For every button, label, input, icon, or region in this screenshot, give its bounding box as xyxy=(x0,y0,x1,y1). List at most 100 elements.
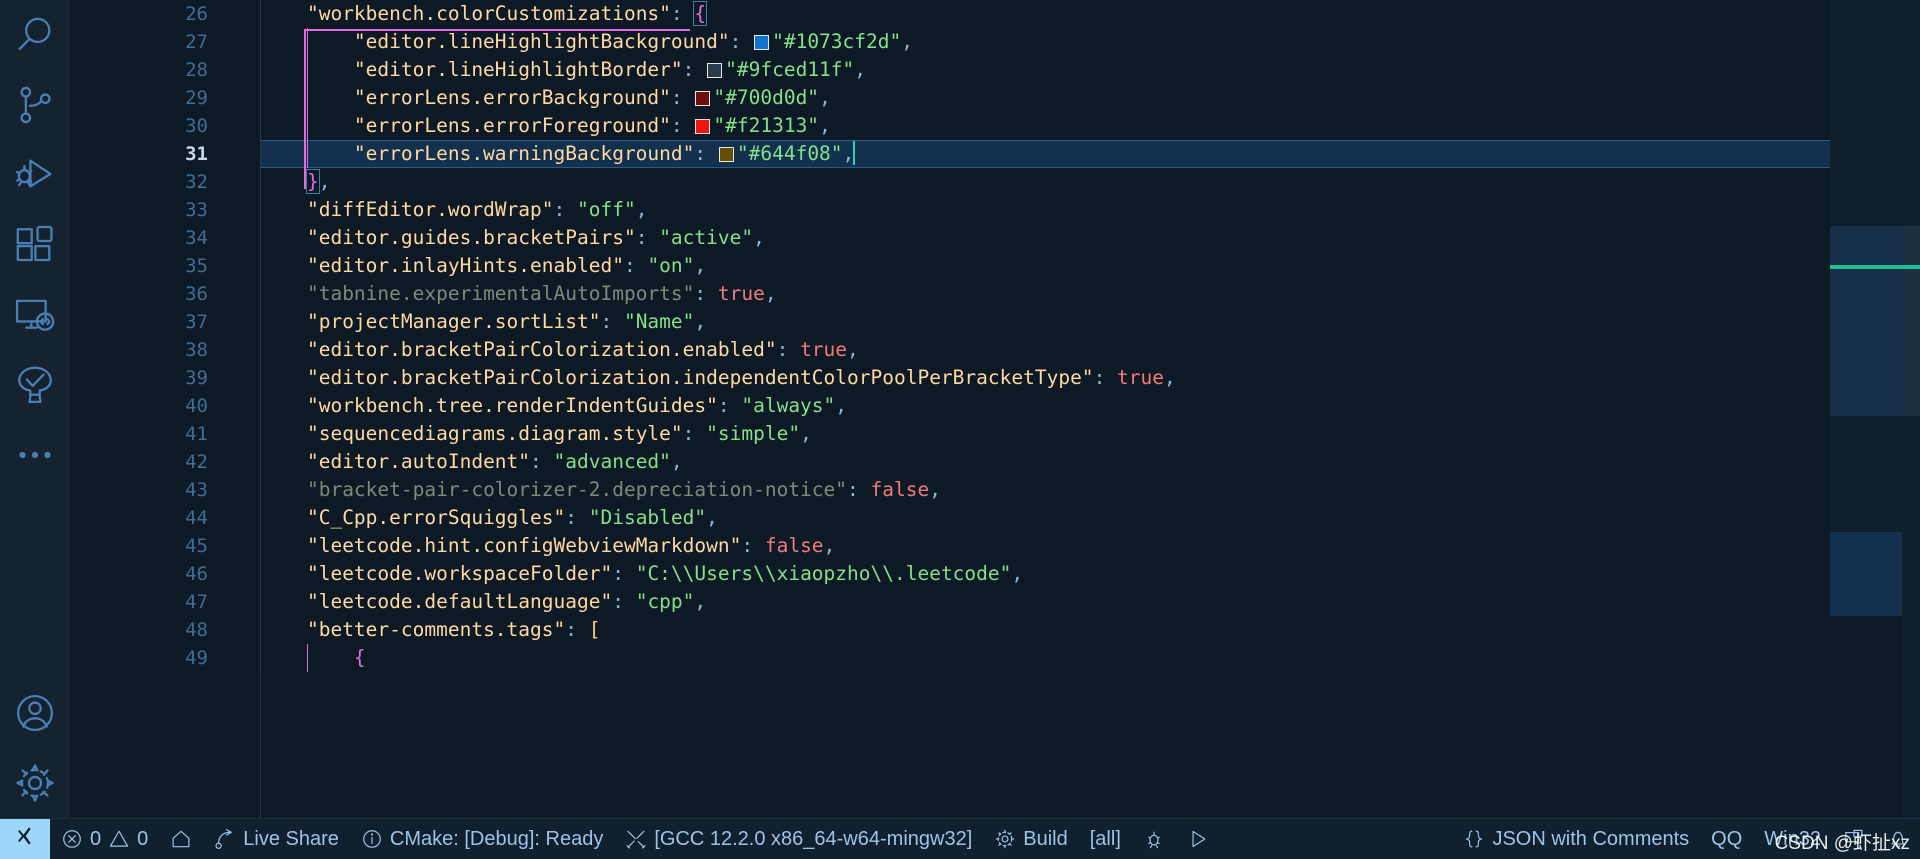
color-swatch[interactable] xyxy=(695,119,711,134)
code-text[interactable]: "tabnine.experimentalAutoImports": true, xyxy=(260,280,1920,308)
code-text[interactable]: "diffEditor.wordWrap": "off", xyxy=(260,196,1920,224)
line-number: 31 xyxy=(185,143,208,165)
code-line[interactable]: 43 "bracket-pair-colorizer-2.depreciatio… xyxy=(70,476,1920,504)
minimap-block xyxy=(1830,416,1902,532)
code-text[interactable]: "projectManager.sortList": "Name", xyxy=(260,308,1920,336)
activity-bar-item-run-and-debug[interactable] xyxy=(0,140,70,210)
scrollbar-thumb[interactable] xyxy=(1902,226,1920,416)
status-item-cmake-launch[interactable] xyxy=(1176,819,1220,859)
code-token-punc: , xyxy=(318,170,331,193)
code-line[interactable]: 39 "editor.bracketPairColorization.indep… xyxy=(70,364,1920,392)
line-number: 36 xyxy=(185,283,208,305)
code-text[interactable]: "errorLens.errorBackground": "#700d0d", xyxy=(260,84,1920,112)
code-text[interactable]: "errorLens.errorForeground": "#f21313", xyxy=(260,112,1920,140)
code-text[interactable]: "sequencediagrams.diagram.style": "simpl… xyxy=(260,420,1920,448)
code-line[interactable]: 32 }, xyxy=(70,168,1920,196)
activity-bar-item-search[interactable] xyxy=(0,0,70,70)
code-line[interactable]: 41 "sequencediagrams.diagram.style": "si… xyxy=(70,420,1920,448)
activity-bar-item-manage[interactable] xyxy=(0,748,70,818)
status-item-qq[interactable]: QQ xyxy=(1700,819,1753,859)
code-text[interactable]: "C_Cpp.errorSquiggles": "Disabled", xyxy=(260,504,1920,532)
code-text[interactable]: "editor.guides.bracketPairs": "active", xyxy=(260,224,1920,252)
activity-bar-item-remote-explorer[interactable] xyxy=(0,280,70,350)
code-line[interactable]: 29 "errorLens.errorBackground": "#700d0d… xyxy=(70,84,1920,112)
code-text[interactable]: "editor.lineHighlightBackground": "#1073… xyxy=(260,28,1920,56)
color-swatch[interactable] xyxy=(695,91,711,106)
status-remote-indicator[interactable] xyxy=(0,819,50,859)
activity-bar-item-more-views[interactable] xyxy=(0,420,70,490)
code-line[interactable]: 35 "editor.inlayHints.enabled": "on", xyxy=(70,252,1920,280)
workbench-body: 26 "workbench.colorCustomizations": {27 … xyxy=(0,0,1920,818)
code-text[interactable]: "bracket-pair-colorizer-2.depreciation-n… xyxy=(260,476,1920,504)
status-item-cmake-debug[interactable] xyxy=(1132,819,1176,859)
editor-scrollbar[interactable] xyxy=(1902,0,1920,818)
status-item-language-mode[interactable]: JSON with Comments xyxy=(1452,819,1700,859)
status-item-platform[interactable]: Win32 xyxy=(1753,819,1832,859)
gear-icon xyxy=(13,761,57,805)
code-line[interactable]: 40 "workbench.tree.renderIndentGuides": … xyxy=(70,392,1920,420)
code-token-key: "editor.bracketPairColorization.enabled" xyxy=(306,338,777,361)
minimap[interactable] xyxy=(1830,0,1902,818)
code-line[interactable]: 49 { xyxy=(70,644,1920,672)
activity-bar-item-extensions[interactable] xyxy=(0,210,70,280)
status-item-live-share[interactable]: Live Share xyxy=(203,819,350,859)
code-token-br1box: { xyxy=(693,1,708,26)
code-line[interactable]: 33 "diffEditor.wordWrap": "off", xyxy=(70,196,1920,224)
color-swatch[interactable] xyxy=(754,35,770,50)
code-content[interactable]: 26 "workbench.colorCustomizations": {27 … xyxy=(70,0,1920,818)
line-number: 27 xyxy=(185,31,208,53)
code-line[interactable]: 42 "editor.autoIndent": "advanced", xyxy=(70,448,1920,476)
status-item-cmake-status[interactable]: CMake: [Debug]: Ready xyxy=(350,819,614,859)
status-live-share-label: Live Share xyxy=(243,828,339,850)
editor-pane[interactable]: 26 "workbench.colorCustomizations": {27 … xyxy=(70,0,1920,818)
code-line[interactable]: 28 "editor.lineHighlightBorder": "#9fced… xyxy=(70,56,1920,84)
status-warning-count: 0 xyxy=(137,828,149,850)
code-text[interactable]: "editor.bracketPairColorization.enabled"… xyxy=(260,336,1920,364)
code-text[interactable]: "workbench.colorCustomizations": { xyxy=(260,0,1920,28)
code-text[interactable]: "editor.inlayHints.enabled": "on", xyxy=(260,252,1920,280)
code-text[interactable]: "leetcode.hint.configWebviewMarkdown": f… xyxy=(260,532,1920,560)
code-line[interactable]: 45 "leetcode.hint.configWebviewMarkdown"… xyxy=(70,532,1920,560)
code-text[interactable]: "leetcode.defaultLanguage": "cpp", xyxy=(260,588,1920,616)
status-item-screencast[interactable] xyxy=(1832,819,1876,859)
code-line[interactable]: 26 "workbench.colorCustomizations": { xyxy=(70,0,1920,28)
code-line[interactable]: 46 "leetcode.workspaceFolder": "C:\\User… xyxy=(70,560,1920,588)
code-text[interactable]: "errorLens.warningBackground": "#644f08"… xyxy=(260,140,1920,168)
code-token-punc: , xyxy=(706,506,718,529)
code-text[interactable]: { xyxy=(260,644,1920,672)
code-token-key: "diffEditor.wordWrap" xyxy=(306,198,554,221)
activity-bar-item-accounts[interactable] xyxy=(0,678,70,748)
code-line[interactable]: 38 "editor.bracketPairColorization.enabl… xyxy=(70,336,1920,364)
code-text[interactable]: "better-comments.tags": [ xyxy=(260,616,1920,644)
status-item-cmake-kit[interactable]: [GCC 12.2.0 x86_64-w64-mingw32] xyxy=(614,819,983,859)
code-line[interactable]: 27 "editor.lineHighlightBackground": "#1… xyxy=(70,28,1920,56)
code-line[interactable]: 48 "better-comments.tags": [ xyxy=(70,616,1920,644)
code-token-key: "sequencediagrams.diagram.style" xyxy=(306,422,683,445)
code-line[interactable]: 44 "C_Cpp.errorSquiggles": "Disabled", xyxy=(70,504,1920,532)
minimap-cursor-marker xyxy=(1830,265,1902,269)
code-token-punc: : xyxy=(847,478,871,501)
code-text[interactable]: "workbench.tree.renderIndentGuides": "al… xyxy=(260,392,1920,420)
activity-bar-item-testing[interactable] xyxy=(0,350,70,420)
code-text[interactable]: "editor.autoIndent": "advanced", xyxy=(260,448,1920,476)
code-text[interactable]: "editor.lineHighlightBorder": "#9fced11f… xyxy=(260,56,1920,84)
code-line[interactable]: 31 "errorLens.warningBackground": "#644f… xyxy=(70,140,1920,168)
status-item-home[interactable] xyxy=(159,819,203,859)
minimap-block xyxy=(1830,532,1902,616)
code-line[interactable]: 34 "editor.guides.bracketPairs": "active… xyxy=(70,224,1920,252)
code-line[interactable]: 30 "errorLens.errorForeground": "#f21313… xyxy=(70,112,1920,140)
color-swatch[interactable] xyxy=(718,147,734,162)
code-token-str: "on" xyxy=(647,254,695,277)
code-text[interactable]: "editor.bracketPairColorization.independ… xyxy=(260,364,1920,392)
status-item-cmake-build[interactable]: Build xyxy=(983,819,1078,859)
activity-bar-item-source-control[interactable] xyxy=(0,70,70,140)
status-item-cmake-target[interactable]: [all] xyxy=(1079,819,1132,859)
status-item-notifications[interactable] xyxy=(1876,819,1920,859)
code-line[interactable]: 37 "projectManager.sortList": "Name", xyxy=(70,308,1920,336)
color-swatch[interactable] xyxy=(707,63,723,78)
code-line[interactable]: 47 "leetcode.defaultLanguage": "cpp", xyxy=(70,588,1920,616)
code-text[interactable]: }, xyxy=(260,168,1920,196)
status-item-problems[interactable]: 0 0 xyxy=(50,819,159,859)
code-line[interactable]: 36 "tabnine.experimentalAutoImports": tr… xyxy=(70,280,1920,308)
code-text[interactable]: "leetcode.workspaceFolder": "C:\\Users\\… xyxy=(260,560,1920,588)
